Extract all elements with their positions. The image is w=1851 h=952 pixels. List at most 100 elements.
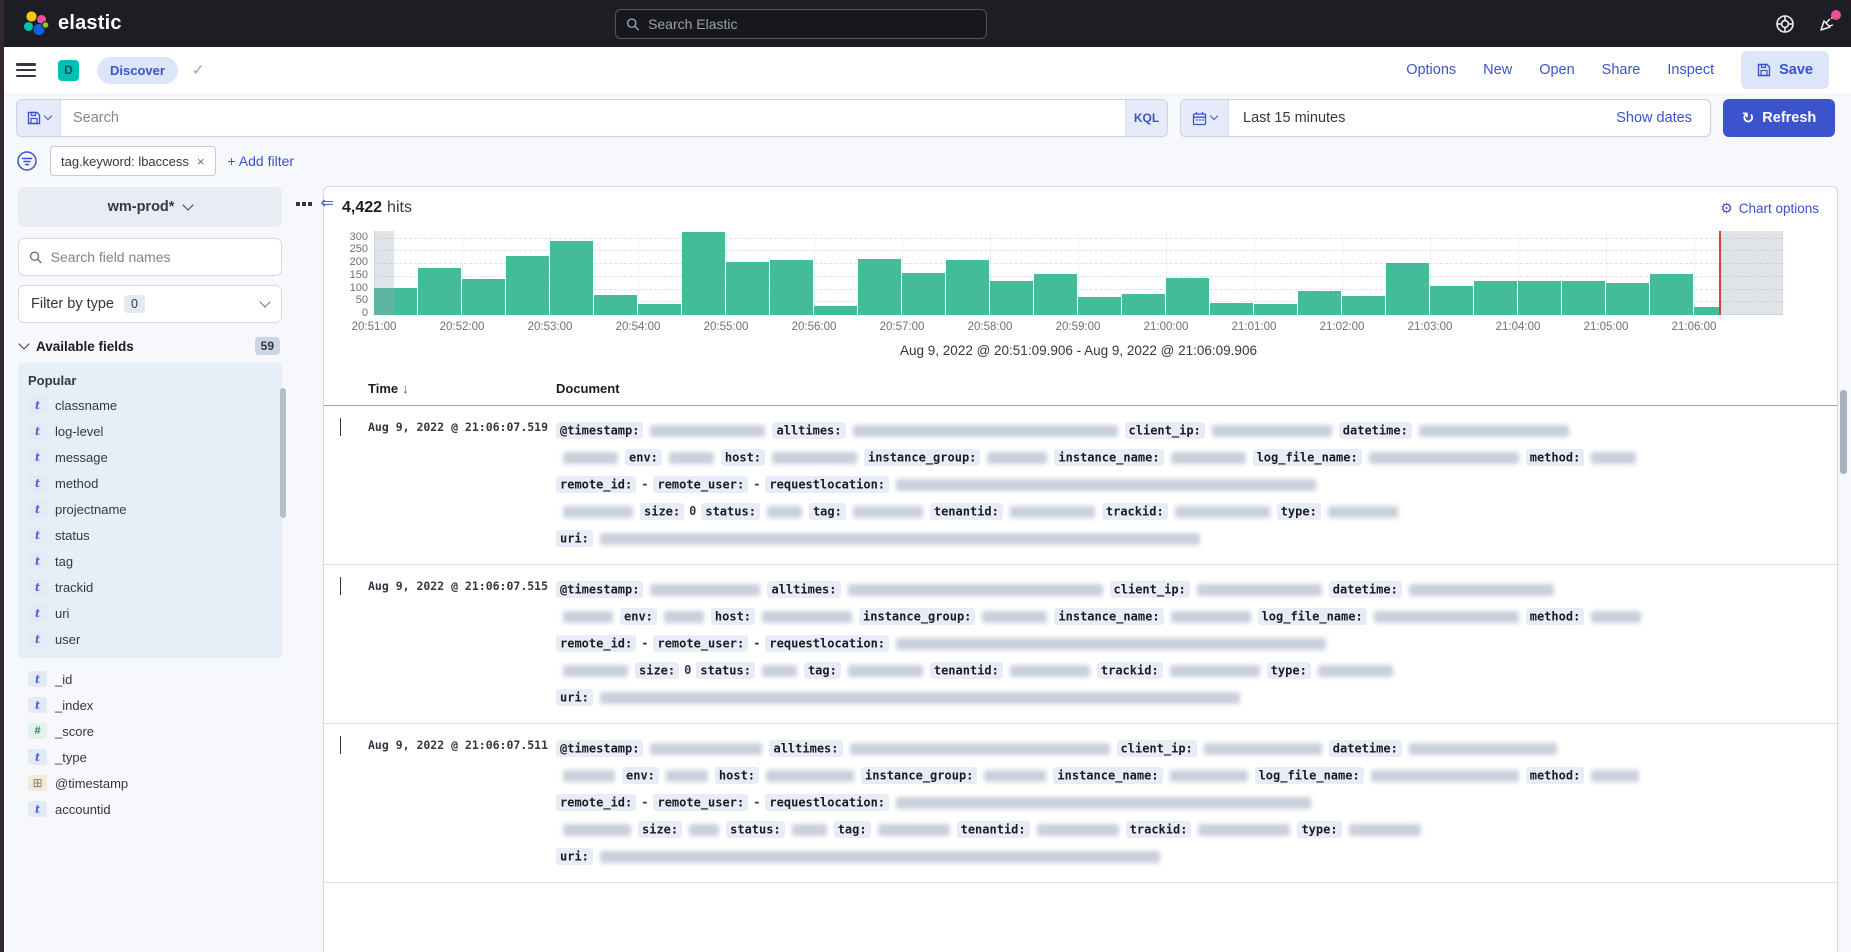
doc-field-chip[interactable]: trackid: bbox=[1102, 503, 1168, 520]
field-item-@timestamp[interactable]: ⊞@timestamp bbox=[26, 770, 274, 796]
doc-field-chip[interactable]: status: bbox=[696, 662, 755, 679]
doc-field-chip[interactable]: log_file_name: bbox=[1258, 608, 1367, 625]
menu-icon[interactable] bbox=[16, 63, 36, 77]
doc-field-chip[interactable]: remote_user: bbox=[653, 635, 748, 652]
doc-field-chip[interactable]: tag: bbox=[804, 662, 841, 679]
doc-field-chip[interactable]: instance_name: bbox=[1053, 767, 1162, 784]
chart-bar[interactable] bbox=[1430, 286, 1473, 315]
doc-field-chip[interactable]: method: bbox=[1526, 608, 1585, 625]
chart-bar[interactable] bbox=[726, 262, 769, 315]
options-link[interactable]: Options bbox=[1406, 62, 1456, 78]
doc-field-chip[interactable]: env: bbox=[625, 449, 662, 466]
space-badge[interactable]: D bbox=[58, 60, 79, 81]
doc-field-chip[interactable]: host: bbox=[715, 767, 759, 784]
doc-field-chip[interactable]: type: bbox=[1297, 821, 1341, 838]
doc-field-chip[interactable]: instance_group: bbox=[861, 767, 977, 784]
doc-field-chip[interactable]: status: bbox=[726, 821, 785, 838]
index-pattern-switcher[interactable]: wm-prod* bbox=[18, 187, 282, 227]
chart-bar[interactable] bbox=[682, 232, 725, 315]
doc-field-chip[interactable]: tenantid: bbox=[930, 662, 1003, 679]
field-item-tag[interactable]: ttag bbox=[26, 548, 274, 574]
table-row[interactable]: Aug 9, 2022 @ 21:06:07.519 @timestamp:al… bbox=[324, 406, 1837, 565]
doc-field-chip[interactable]: status: bbox=[701, 503, 760, 520]
expand-row-icon[interactable] bbox=[340, 418, 341, 436]
doc-field-chip[interactable]: datetime: bbox=[1329, 581, 1402, 598]
chart-bar[interactable] bbox=[418, 268, 461, 315]
doc-field-chip[interactable]: log_file_name: bbox=[1255, 767, 1364, 784]
collapse-sidebar-icon[interactable]: ⇐ bbox=[321, 196, 334, 212]
more-options-icon[interactable] bbox=[296, 202, 312, 206]
doc-field-chip[interactable]: uri: bbox=[556, 530, 593, 547]
table-row[interactable]: Aug 9, 2022 @ 21:06:07.511 @timestamp:al… bbox=[324, 724, 1837, 883]
field-item-method[interactable]: tmethod bbox=[26, 470, 274, 496]
table-row[interactable]: Aug 9, 2022 @ 21:06:07.515 @timestamp:al… bbox=[324, 565, 1837, 724]
doc-field-chip[interactable]: client_ip: bbox=[1125, 422, 1205, 439]
doc-field-chip[interactable]: client_ip: bbox=[1117, 740, 1197, 757]
show-dates-link[interactable]: Show dates bbox=[1616, 110, 1696, 126]
chart-bar[interactable] bbox=[1474, 281, 1517, 315]
doc-field-chip[interactable]: instance_name: bbox=[1054, 449, 1163, 466]
chart-plot[interactable] bbox=[374, 231, 1783, 315]
doc-field-chip[interactable]: trackid: bbox=[1097, 662, 1163, 679]
doc-field-chip[interactable]: datetime: bbox=[1329, 740, 1402, 757]
chart-bar[interactable] bbox=[902, 273, 945, 315]
chart-bar[interactable] bbox=[638, 304, 681, 315]
histogram-chart[interactable]: 050100150200250300 20:51:0020:52:0020:53… bbox=[340, 229, 1821, 363]
field-search[interactable] bbox=[18, 238, 282, 276]
chart-bar[interactable] bbox=[462, 279, 505, 315]
expand-row-icon[interactable] bbox=[340, 577, 341, 595]
elastic-brand[interactable]: elastic bbox=[22, 10, 122, 37]
doc-field-chip[interactable]: host: bbox=[721, 449, 765, 466]
doc-field-chip[interactable]: requestlocation: bbox=[765, 635, 889, 652]
chart-bar[interactable] bbox=[1342, 296, 1385, 315]
field-item-projectname[interactable]: tprojectname bbox=[26, 496, 274, 522]
doc-field-chip[interactable]: size: bbox=[640, 503, 684, 520]
doc-field-chip[interactable]: alltimes: bbox=[767, 581, 840, 598]
chart-bar[interactable] bbox=[1650, 274, 1693, 315]
field-item-_index[interactable]: t_index bbox=[26, 692, 274, 718]
doc-field-chip[interactable]: size: bbox=[638, 821, 682, 838]
chart-bar[interactable] bbox=[1518, 281, 1561, 315]
date-picker-menu-button[interactable] bbox=[1181, 100, 1229, 136]
inspect-link[interactable]: Inspect bbox=[1667, 62, 1714, 78]
sort-desc-icon[interactable]: ↓ bbox=[402, 381, 409, 396]
doc-field-chip[interactable]: @timestamp: bbox=[556, 581, 643, 598]
doc-field-chip[interactable]: log_file_name: bbox=[1253, 449, 1362, 466]
field-item-classname[interactable]: tclassname bbox=[26, 392, 274, 418]
saved-query-menu-button[interactable] bbox=[17, 100, 61, 136]
doc-field-chip[interactable]: @timestamp: bbox=[556, 422, 643, 439]
doc-field-chip[interactable]: tenantid: bbox=[957, 821, 1030, 838]
available-fields-header[interactable]: Available fields 59 bbox=[18, 337, 282, 355]
main-scrollbar[interactable] bbox=[1840, 390, 1847, 474]
field-item-status[interactable]: tstatus bbox=[26, 522, 274, 548]
chart-bar[interactable] bbox=[814, 306, 857, 315]
field-search-input[interactable] bbox=[51, 249, 271, 265]
doc-field-chip[interactable]: tag: bbox=[809, 503, 846, 520]
doc-field-chip[interactable]: env: bbox=[620, 608, 657, 625]
doc-field-chip[interactable]: method: bbox=[1526, 449, 1585, 466]
chart-bar[interactable] bbox=[506, 256, 549, 315]
doc-field-chip[interactable]: tenantid: bbox=[930, 503, 1003, 520]
doc-field-chip[interactable]: uri: bbox=[556, 689, 593, 706]
field-item-trackid[interactable]: ttrackid bbox=[26, 574, 274, 600]
chart-bar[interactable] bbox=[1122, 294, 1165, 315]
doc-field-chip[interactable]: uri: bbox=[556, 848, 593, 865]
chart-bar[interactable] bbox=[1210, 303, 1253, 315]
field-item-message[interactable]: tmessage bbox=[26, 444, 274, 470]
chart-bar[interactable] bbox=[594, 295, 637, 315]
doc-field-chip[interactable]: method: bbox=[1526, 767, 1585, 784]
field-item-uri[interactable]: turi bbox=[26, 600, 274, 626]
expand-row-icon[interactable] bbox=[340, 736, 341, 754]
doc-field-chip[interactable]: instance_group: bbox=[859, 608, 975, 625]
query-input[interactable] bbox=[73, 110, 1113, 126]
chart-bar[interactable] bbox=[1694, 307, 1720, 315]
doc-field-chip[interactable]: remote_id: bbox=[556, 794, 636, 811]
chart-bar[interactable] bbox=[1386, 263, 1429, 315]
save-button[interactable]: Save bbox=[1741, 51, 1829, 89]
chart-bar[interactable] bbox=[550, 241, 593, 315]
chart-bar[interactable] bbox=[990, 281, 1033, 315]
share-link[interactable]: Share bbox=[1602, 62, 1641, 78]
field-item-_score[interactable]: #_score bbox=[26, 718, 274, 744]
chart-bars[interactable] bbox=[374, 231, 1783, 315]
time-range-display[interactable]: Last 15 minutes Show dates bbox=[1229, 100, 1710, 136]
